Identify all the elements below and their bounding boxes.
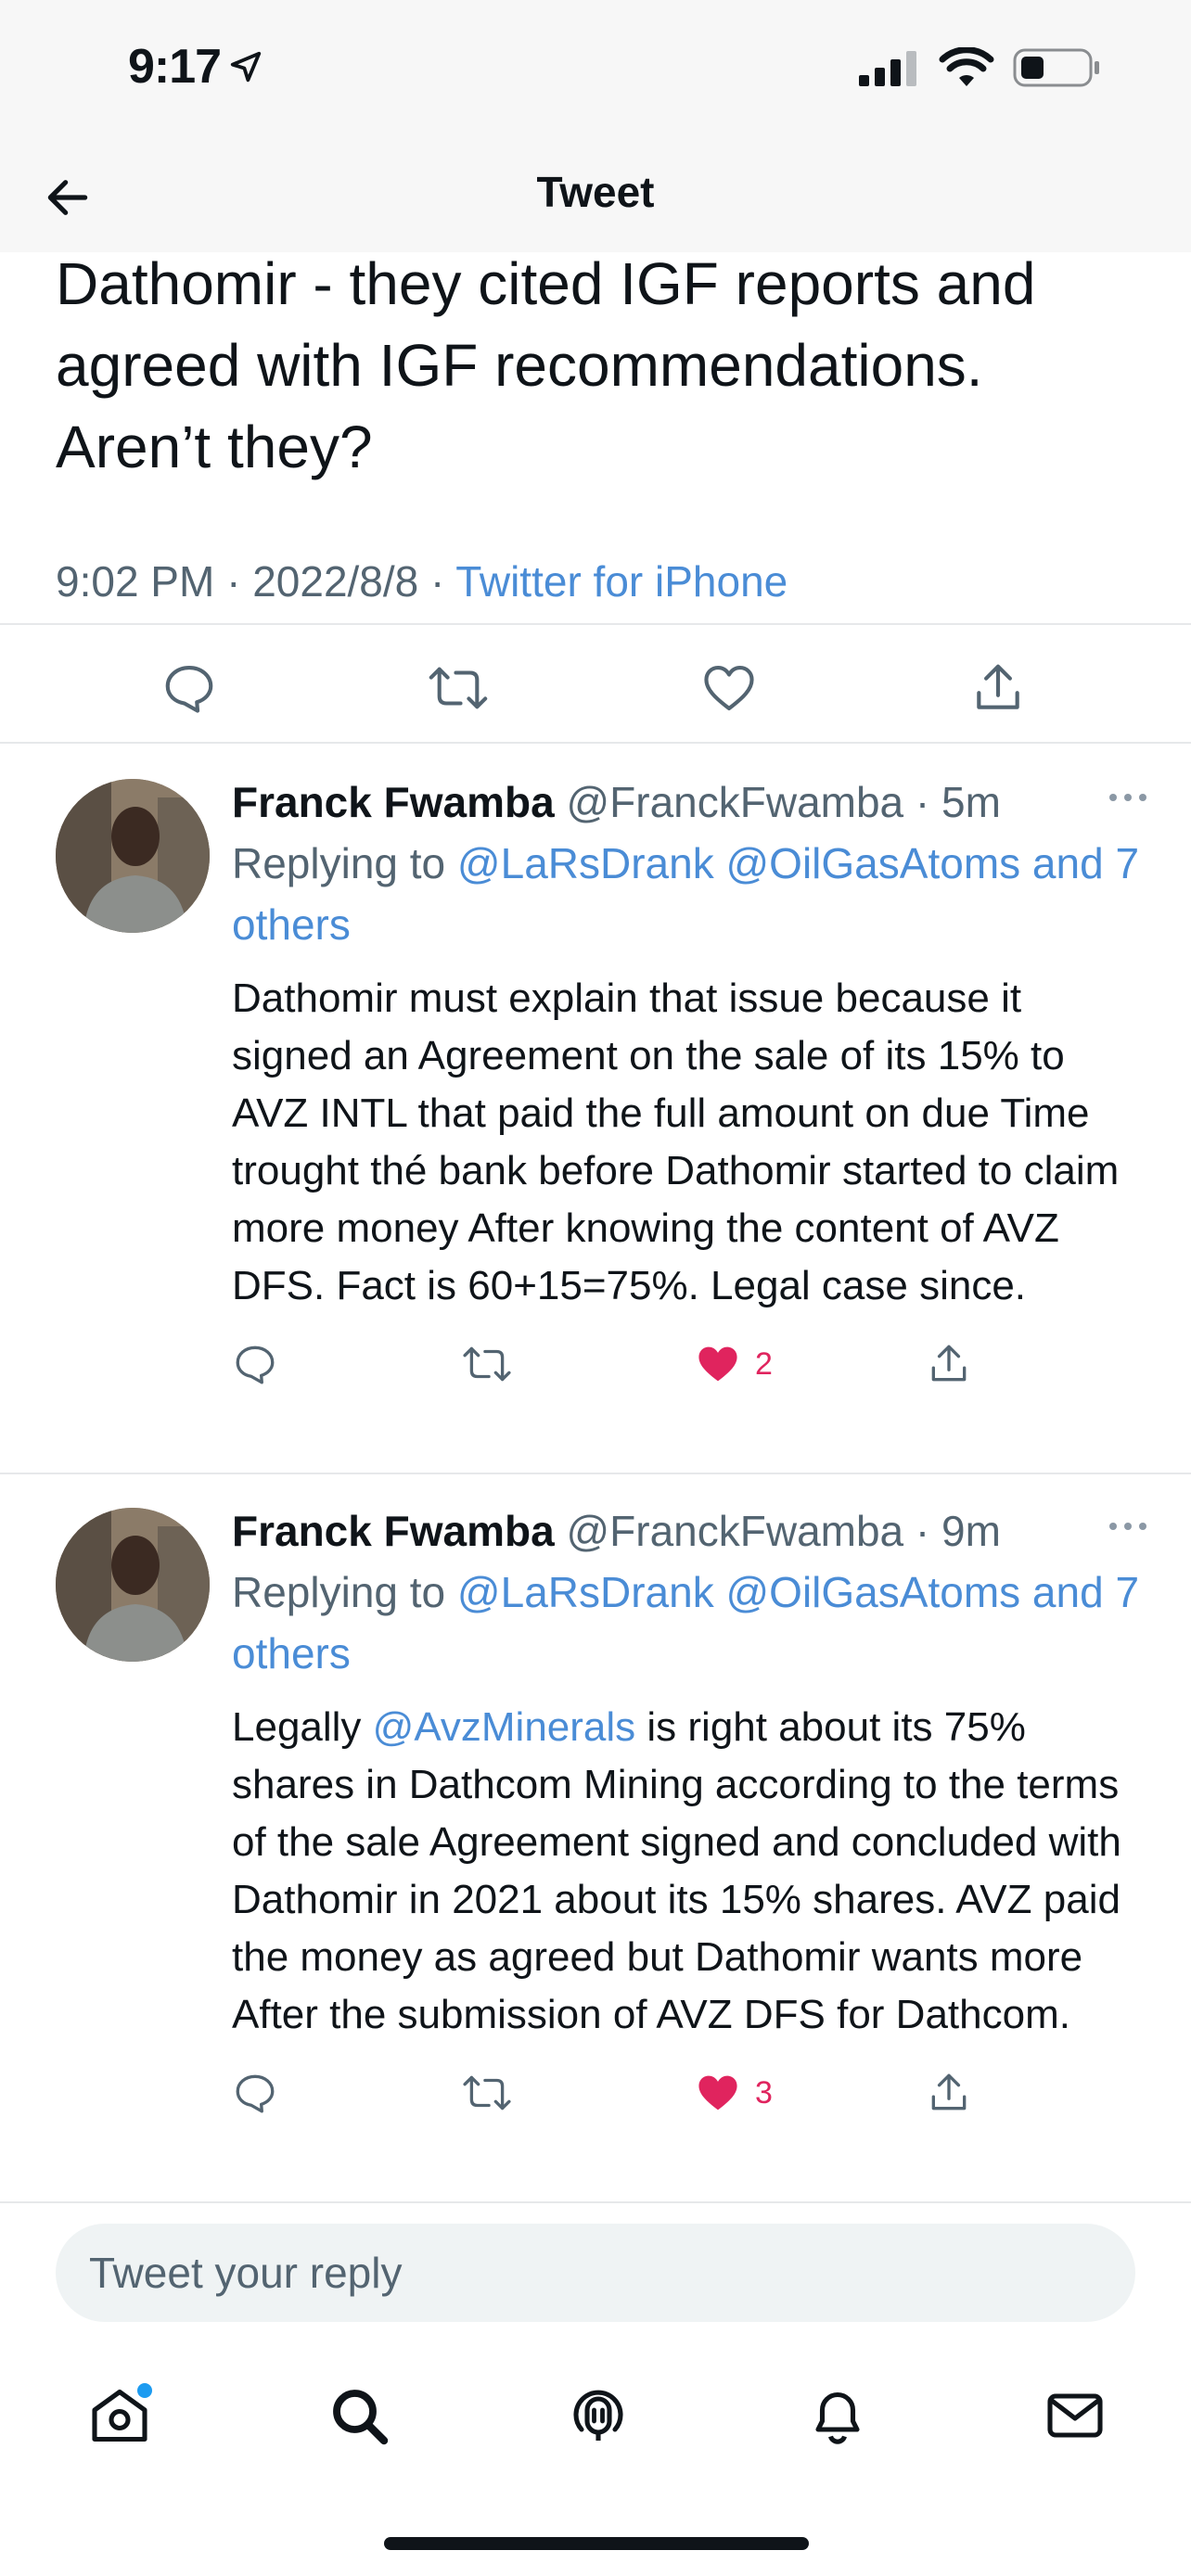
divider (0, 742, 1191, 744)
heart-icon (698, 2075, 737, 2111)
author-name[interactable]: Franck Fwamba (232, 778, 555, 826)
retweet-button[interactable] (421, 651, 495, 725)
reply-text-before: Legally (232, 1704, 373, 1750)
tweet-meta: 9:02 PM · 2022/8/8 · Twitter for iPhone (56, 556, 788, 606)
status-time: 9:17 (128, 39, 263, 95)
reply-text-body: Dathomir must explain that issue because… (232, 976, 1120, 1308)
retweet-icon (429, 667, 488, 709)
heart-icon (698, 1346, 737, 1382)
reply-actions: 2 (232, 1332, 1141, 1396)
avatar[interactable] (56, 779, 210, 933)
reply-header: Franck Fwamba @FranckFwamba · 5m (232, 772, 1141, 833)
notification-dot (137, 2383, 152, 2398)
location-arrow-icon (230, 51, 262, 83)
tweet-source-link[interactable]: Twitter for iPhone (455, 557, 788, 606)
status-time-text: 9:17 (128, 40, 222, 94)
reply-tweet[interactable]: Franck Fwamba @FranckFwamba · 5m Replyin… (0, 751, 1191, 1469)
author-name[interactable]: Franck Fwamba (232, 1507, 555, 1555)
reply-age: · 9m (915, 1507, 1001, 1555)
status-icons (859, 46, 1102, 89)
reply-actions: 3 (232, 2060, 1141, 2125)
tab-bar (0, 2355, 1191, 2476)
author-handle[interactable]: @FranckFwamba (566, 1507, 903, 1555)
divider (0, 623, 1191, 625)
reply-icon (165, 665, 213, 713)
tweet-text: Dathomir - they cited IGF reports and ag… (56, 250, 1036, 480)
retweet-icon (463, 1346, 511, 1382)
home-indicator (384, 2537, 809, 2550)
reply-header: Franck Fwamba @FranckFwamba · 9m (232, 1500, 1141, 1562)
tab-notifications[interactable] (796, 2374, 879, 2457)
replying-to: Replying to @LaRsDrank @OilGasAtoms and … (232, 1562, 1141, 1684)
replying-prefix: Replying to (232, 839, 457, 887)
wifi-icon (939, 47, 994, 86)
tweet-timestamp: 9:02 PM · 2022/8/8 · (56, 557, 456, 606)
share-button[interactable] (961, 651, 1035, 725)
share-button[interactable] (926, 1332, 972, 1396)
more-icon (1109, 1523, 1146, 1530)
avatar-photo (56, 779, 210, 933)
share-icon (977, 664, 1019, 709)
share-icon (931, 2073, 967, 2111)
share-icon (931, 1345, 967, 1382)
tab-home[interactable] (78, 2374, 161, 2457)
author-handle[interactable]: @FranckFwamba (566, 778, 903, 826)
notifications-icon (815, 2391, 860, 2444)
reply-button[interactable] (232, 2060, 278, 2125)
reply-text: Dathomir must explain that issue because… (232, 970, 1141, 1315)
status-bar: 9:17 (0, 0, 1191, 139)
heart-icon (704, 665, 754, 711)
reply-icon (236, 2074, 275, 2113)
messages-icon (1047, 2393, 1103, 2438)
more-button[interactable] (1106, 788, 1150, 811)
reply-box[interactable] (56, 2224, 1135, 2322)
mention-link[interactable]: @AvzMinerals (373, 1704, 636, 1750)
reply-tweet[interactable]: Franck Fwamba @FranckFwamba · 9m Replyin… (0, 1480, 1191, 2198)
reply-button[interactable] (232, 1332, 278, 1396)
tab-spaces[interactable] (557, 2374, 640, 2457)
tweet-actions (0, 640, 1191, 742)
tab-search[interactable] (317, 2374, 401, 2457)
retweet-button[interactable] (462, 1332, 512, 1396)
tab-messages[interactable] (1033, 2374, 1117, 2457)
nav-bar: Tweet (0, 139, 1191, 252)
avatar[interactable] (56, 1508, 210, 1662)
retweet-icon (463, 2075, 511, 2111)
more-icon (1109, 794, 1146, 801)
retweet-button[interactable] (462, 2060, 512, 2125)
share-button[interactable] (926, 2060, 972, 2125)
reply-icon (236, 1345, 275, 1384)
page-title: Tweet (536, 168, 655, 216)
reply-input[interactable] (56, 2224, 1135, 2322)
like-button[interactable]: 2 (694, 1332, 773, 1396)
like-count: 3 (755, 2074, 773, 2111)
reply-button[interactable] (152, 651, 226, 725)
like-count: 2 (755, 1345, 773, 1382)
reply-age: · 5m (915, 778, 1001, 826)
avatar-photo (56, 1508, 210, 1662)
spaces-icon (573, 2390, 623, 2441)
replying-prefix: Replying to (232, 1568, 457, 1616)
divider (0, 1473, 1191, 1474)
search-icon (333, 2390, 389, 2445)
divider (0, 2201, 1191, 2203)
reply-text-body: is right about its 75% shares in Dathcom… (232, 1704, 1121, 2037)
more-button[interactable] (1106, 1517, 1150, 1540)
signal-icon (859, 51, 916, 86)
battery-icon (1013, 48, 1099, 87)
like-button[interactable] (692, 651, 766, 725)
reply-text: Legally @AvzMinerals is right about its … (232, 1699, 1141, 2044)
like-button[interactable]: 3 (694, 2060, 773, 2125)
replying-to: Replying to @LaRsDrank @OilGasAtoms and … (232, 833, 1141, 955)
